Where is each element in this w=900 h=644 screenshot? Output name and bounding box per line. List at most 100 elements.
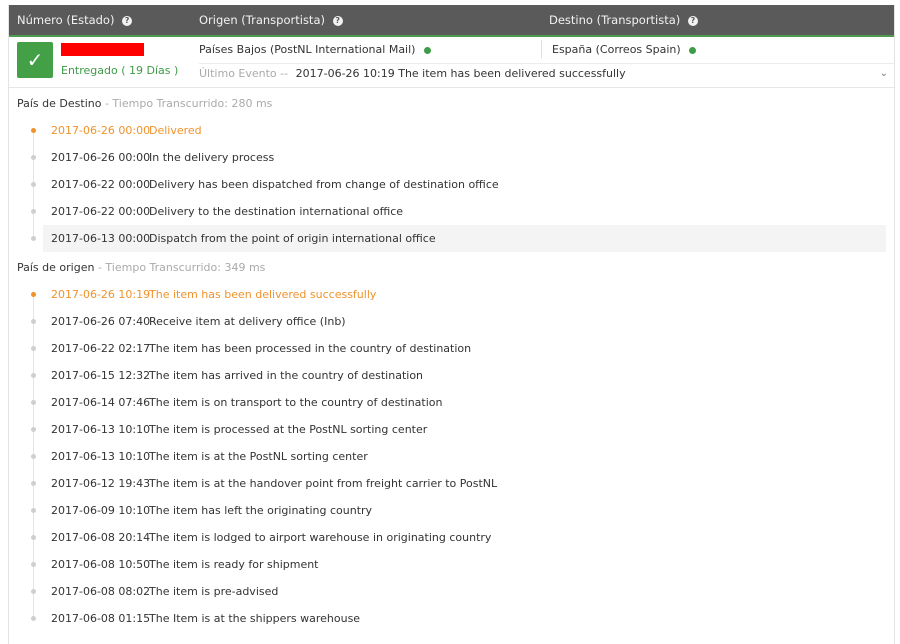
- timeline-dot-icon: [31, 209, 36, 214]
- event-description: The Item is at the shippers warehouse: [149, 612, 361, 625]
- event-date: 2017-06-26 00:00: [51, 124, 151, 137]
- timeline-event[interactable]: 2017-06-15 12:32 The item has arrived in …: [9, 362, 894, 389]
- timeline-event[interactable]: 2017-06-14 07:46 The item is on transport…: [9, 389, 894, 416]
- event-description: The item is at the PostNL sorting center: [149, 450, 368, 463]
- origin-carrier-label: Países Bajos (PostNL International Mail): [199, 43, 416, 56]
- event-description: In the delivery process: [149, 151, 275, 164]
- tracking-panel: Número (Estado) ? Origen (Transportista)…: [8, 5, 895, 644]
- header-destination-label: Destino (Transportista): [549, 13, 681, 27]
- last-event-row: Último Evento -- 2017-06-26 10:19 The it…: [199, 63, 894, 84]
- event-date: 2017-06-26 10:19: [51, 288, 151, 301]
- origin-carrier: Países Bajos (PostNL International Mail): [199, 43, 431, 56]
- event-description: The item has been processed in the count…: [149, 342, 472, 355]
- timeline-dot-icon: [31, 535, 36, 540]
- event-date: 2017-06-22 00:00: [51, 178, 151, 191]
- timeline-dot-icon: [31, 562, 36, 567]
- event-description: The item has been delivered successfully: [149, 288, 377, 301]
- destination-ok-icon: [689, 46, 697, 54]
- section-elapsed-time: - Tiempo Transcurrido: 280 ms: [101, 97, 273, 110]
- timeline-event[interactable]: 2017-06-26 10:19 The item has been delive…: [9, 281, 894, 308]
- event-date: 2017-06-12 19:43: [51, 477, 151, 490]
- event-date: 2017-06-13 10:10: [51, 423, 151, 436]
- event-timeline: 2017-06-26 10:19 The item has been delive…: [9, 281, 894, 632]
- timeline-event[interactable]: 2017-06-13 00:00 Dispatch from the point …: [9, 225, 894, 252]
- event-date: 2017-06-13 00:00: [51, 232, 151, 245]
- timeline-dot-icon: [31, 128, 36, 133]
- timeline-event[interactable]: 2017-06-26 00:00 Delivered: [9, 117, 894, 144]
- tracking-sections: País de Destino - Tiempo Transcurrido: 2…: [9, 88, 894, 632]
- timeline-dot-icon: [31, 346, 36, 351]
- event-date: 2017-06-13 10:10: [51, 450, 151, 463]
- origin-ok-icon: [423, 46, 431, 54]
- header-number-status: Número (Estado) ?: [17, 5, 133, 35]
- last-event-label: Último Evento --: [199, 67, 289, 80]
- event-description: Receive item at delivery office (Inb): [149, 315, 346, 328]
- section-elapsed-time: - Tiempo Transcurrido: 349 ms: [94, 261, 266, 274]
- header-destination: Destino (Transportista) ?: [549, 5, 698, 35]
- event-description: The item is pre-advised: [149, 585, 279, 598]
- timeline-event[interactable]: 2017-06-08 10:50 The item is ready for sh…: [9, 551, 894, 578]
- event-date: 2017-06-09 10:10: [51, 504, 151, 517]
- event-description: Delivery has been dispatched from change…: [149, 178, 499, 191]
- timeline-event[interactable]: 2017-06-26 07:40 Receive item at delivery…: [9, 308, 894, 335]
- origin-country-section: País de origen - Tiempo Transcurrido: 34…: [9, 252, 894, 632]
- event-description: The item has left the originating countr…: [149, 504, 373, 517]
- event-date: 2017-06-26 07:40: [51, 315, 151, 328]
- timeline-event[interactable]: 2017-06-08 01:15 The Item is at the shipp…: [9, 605, 894, 632]
- event-date: 2017-06-22 00:00: [51, 205, 151, 218]
- section-title-text: País de origen: [17, 261, 95, 274]
- timeline-event[interactable]: 2017-06-12 19:43 The item is at the hando…: [9, 470, 894, 497]
- timeline-event[interactable]: 2017-06-13 10:10 The item is at the PostN…: [9, 443, 894, 470]
- header-origin-label: Origen (Transportista): [199, 13, 325, 27]
- destination-country-section: País de Destino - Tiempo Transcurrido: 2…: [9, 88, 894, 252]
- event-description: The item is on transport to the country …: [149, 396, 443, 409]
- event-description: The item is lodged to airport warehouse …: [149, 531, 492, 544]
- timeline-dot-icon: [31, 155, 36, 160]
- delivered-check-icon: ✓: [17, 42, 53, 78]
- timeline-dot-icon: [31, 589, 36, 594]
- event-date: 2017-06-08 10:50: [51, 558, 151, 571]
- last-event-value: 2017-06-26 10:19 The item has been deliv…: [295, 67, 626, 80]
- timeline-event[interactable]: 2017-06-22 00:00 Delivery to the destinat…: [9, 198, 894, 225]
- section-title-text: País de Destino: [17, 97, 102, 110]
- timeline-dot-icon: [31, 236, 36, 241]
- timeline-dot-icon: [31, 616, 36, 621]
- help-icon[interactable]: ?: [687, 15, 698, 26]
- event-description: The item is at the handover point from f…: [149, 477, 498, 490]
- timeline-event[interactable]: 2017-06-08 20:14 The item is lodged to ai…: [9, 524, 894, 551]
- event-date: 2017-06-08 08:02: [51, 585, 151, 598]
- header-origin: Origen (Transportista) ?: [199, 5, 343, 35]
- divider: [541, 40, 542, 58]
- timeline-dot-icon: [31, 481, 36, 486]
- timeline-event[interactable]: 2017-06-22 02:17 The item has been proces…: [9, 335, 894, 362]
- timeline-event[interactable]: 2017-06-26 00:00 In the delivery process: [9, 144, 894, 171]
- event-timeline: 2017-06-26 00:00 Delivered 2017-06-26 00:0…: [9, 117, 894, 252]
- help-icon[interactable]: ?: [332, 15, 343, 26]
- timeline-dot-icon: [31, 427, 36, 432]
- help-icon[interactable]: ?: [122, 15, 133, 26]
- table-header: Número (Estado) ? Origen (Transportista)…: [9, 5, 894, 37]
- event-date: 2017-06-14 07:46: [51, 396, 151, 409]
- event-date: 2017-06-26 00:00: [51, 151, 151, 164]
- section-title: País de Destino - Tiempo Transcurrido: 2…: [9, 88, 894, 117]
- event-description: Delivered: [149, 124, 202, 137]
- event-date: 2017-06-08 01:15: [51, 612, 151, 625]
- timeline-dot-icon: [31, 373, 36, 378]
- redacted-tracking-number: [61, 43, 144, 56]
- event-date: 2017-06-15 12:32: [51, 369, 151, 382]
- shipment-summary[interactable]: ✓ Entregado ( 19 Días ) Países Bajos (Po…: [9, 37, 894, 88]
- expand-chevron-icon[interactable]: ⌄: [880, 64, 888, 84]
- destination-carrier: España (Correos Spain): [552, 43, 697, 56]
- header-number-status-label: Número (Estado): [17, 13, 115, 27]
- timeline-dot-icon: [31, 182, 36, 187]
- section-title: País de origen - Tiempo Transcurrido: 34…: [9, 252, 894, 281]
- timeline-event[interactable]: 2017-06-09 10:10 The item has left the or…: [9, 497, 894, 524]
- timeline-event[interactable]: 2017-06-13 10:10 The item is processed at…: [9, 416, 894, 443]
- event-date: 2017-06-22 02:17: [51, 342, 151, 355]
- timeline-dot-icon: [31, 319, 36, 324]
- timeline-event[interactable]: 2017-06-22 00:00 Delivery has been dispat…: [9, 171, 894, 198]
- timeline-event[interactable]: 2017-06-08 08:02 The item is pre-advised: [9, 578, 894, 605]
- event-description: The item is ready for shipment: [149, 558, 319, 571]
- timeline-dot-icon: [31, 454, 36, 459]
- timeline-dot-icon: [31, 400, 36, 405]
